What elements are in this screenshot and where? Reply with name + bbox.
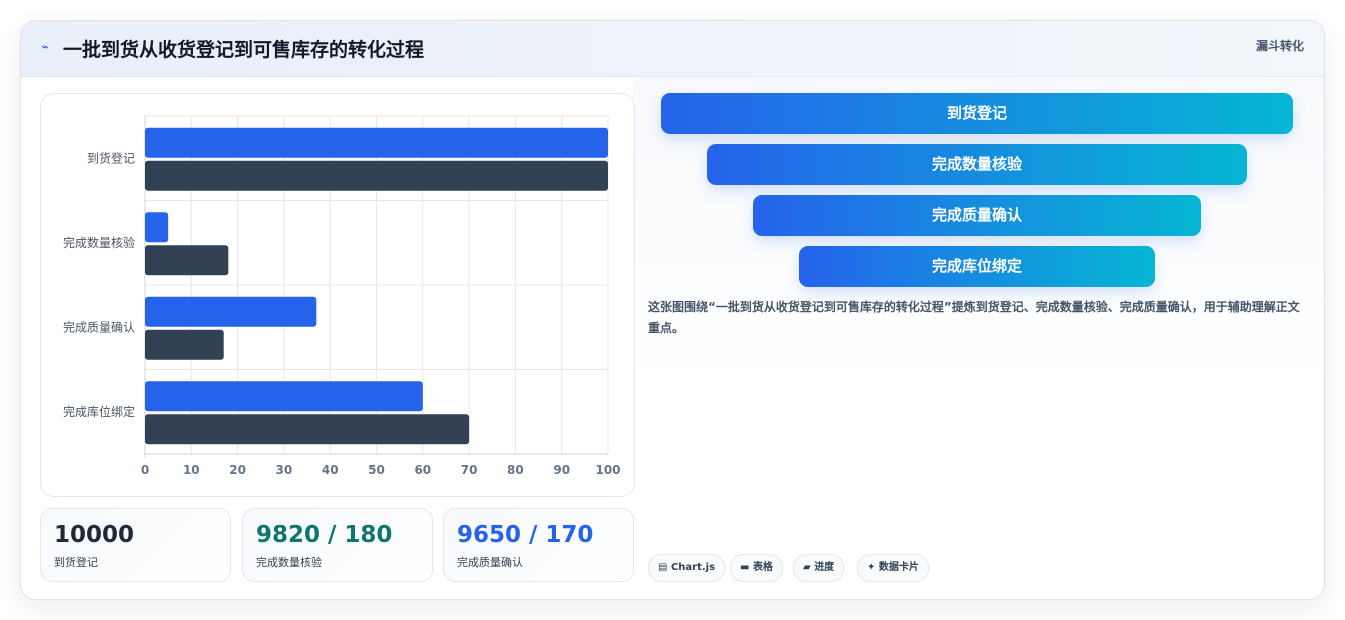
y-category-label: 到货登记 — [87, 150, 135, 165]
x-tick-label: 10 — [183, 463, 200, 477]
x-tick-label: 20 — [229, 463, 246, 477]
bar-series-1 — [145, 381, 423, 412]
stat-label: 到货登记 — [54, 556, 98, 569]
tag-label: 进度 — [814, 562, 835, 573]
bar-series-1 — [145, 127, 608, 158]
x-tick-label: 30 — [276, 463, 293, 477]
y-category-label: 完成数量核验 — [63, 235, 135, 250]
stat-card-quantity-check: 9820 / 180 完成数量核验 — [242, 508, 433, 582]
x-tick-label: 50 — [368, 463, 385, 477]
tag-label: Chart.js — [670, 562, 716, 573]
stat-label: 完成质量确认 — [457, 556, 523, 569]
bar-chart-panel: 0 10 20 30 40 50 60 70 80 90 100 到货登记完成数量核验 完成质量确认 完成… — [40, 93, 635, 497]
x-tick-label: 80 — [507, 463, 524, 477]
tag-label: 表格 — [752, 562, 773, 573]
table-icon: ▬ — [740, 562, 750, 573]
header-tag: 漏斗转化 — [1255, 39, 1304, 53]
stat-value: 9820 / 180 — [256, 522, 393, 548]
funnel-step-quantity-check[interactable]: 完成数量核验 — [707, 144, 1247, 185]
tag-progress[interactable]: ▰ 进度 — [793, 554, 845, 582]
x-tick-label: 60 — [414, 463, 431, 477]
tag-data-card[interactable]: ✦ 数据卡片 — [857, 554, 929, 582]
funnel-step-quality-check[interactable]: 完成质量确认 — [753, 195, 1201, 236]
lightning-icon: ⌁ — [41, 40, 49, 55]
bar-series-1 — [145, 296, 317, 327]
funnel-step-arrival[interactable]: 到货登记 — [661, 93, 1293, 134]
stat-label: 完成数量核验 — [256, 556, 322, 569]
y-category-label: 完成质量确认 — [63, 319, 135, 334]
bar-chart: 0 10 20 30 40 50 60 70 80 90 100 到货登记完成数量核验完成质量确认完成… — [63, 115, 621, 477]
page-title: 一批到货从收货登记到可售库存的转化过程 — [63, 39, 425, 61]
stat-card-quality-check: 9650 / 170 完成质量确认 — [443, 508, 634, 582]
report-card: ⌁ 一批到货从收货登记到可售库存的转化过程 漏斗转化 0 10 20 30 40 50 60… — [20, 20, 1325, 600]
tag-label: 数据卡片 — [878, 562, 919, 573]
sparkle-icon: ✦ — [867, 562, 876, 573]
bar-series-2 — [145, 414, 470, 445]
bar-series-2 — [145, 245, 229, 276]
card-header: ⌁ 一批到货从收货登记到可售库存的转化过程 漏斗转化 — [21, 21, 1324, 77]
chart-description: 这张图围绕“一批到货从收货登记到可售库存的转化过程”提炼到货登记、完成数量核验、… — [648, 300, 1300, 335]
x-tick-label: 0 — [141, 463, 149, 477]
x-tick-label: 40 — [322, 463, 339, 477]
x-tick-label: 90 — [553, 463, 570, 477]
y-category-label: 完成库位绑定 — [63, 404, 135, 419]
progress-icon: ▰ — [803, 562, 811, 573]
tag-chartjs[interactable]: ▤ Chart.js — [648, 554, 726, 582]
funnel-step-location-binding[interactable]: 完成库位绑定 — [799, 246, 1155, 287]
stat-value: 9650 / 170 — [457, 522, 594, 548]
bar-series-1 — [145, 212, 169, 243]
bar-series-2 — [145, 329, 224, 360]
tag-table[interactable]: ▬ 表格 — [730, 554, 783, 582]
x-tick-label: 100 — [595, 463, 620, 477]
stat-card-arrival: 10000 到货登记 — [40, 508, 231, 582]
chart-icon: ▤ — [658, 562, 668, 573]
x-tick-label: 70 — [461, 463, 478, 477]
bar-series-2 — [145, 160, 608, 191]
stat-value: 10000 — [54, 522, 135, 548]
